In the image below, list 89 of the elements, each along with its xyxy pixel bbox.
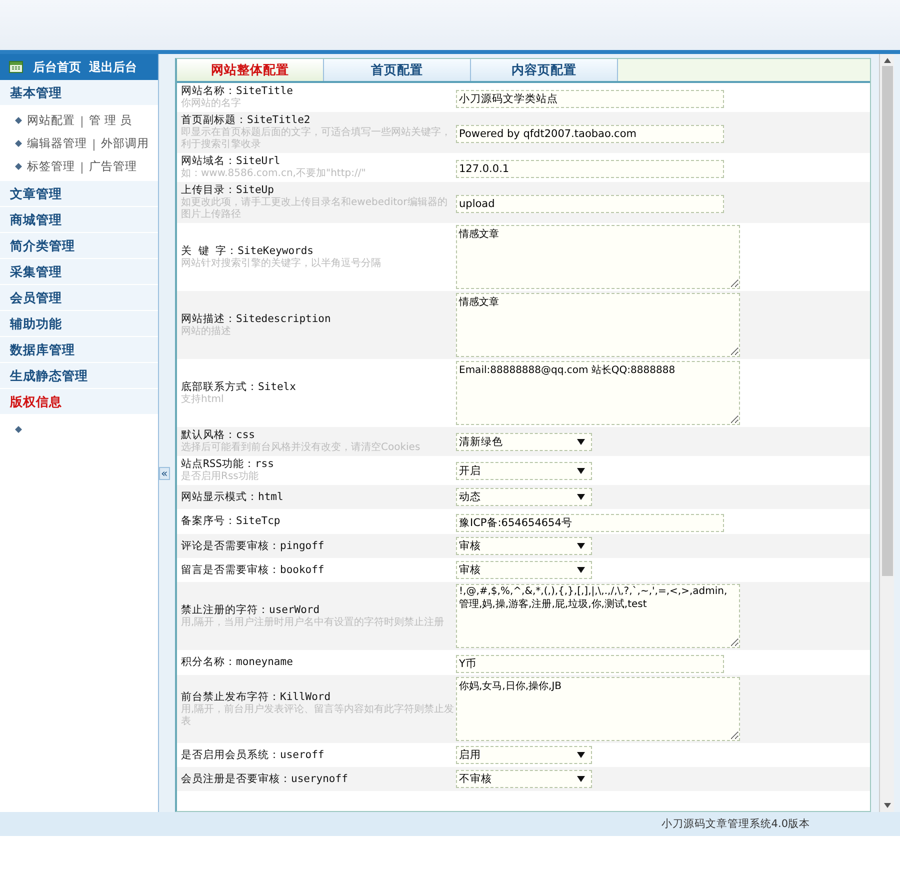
separator-text: |: [80, 114, 84, 128]
caret-icon: [577, 776, 585, 782]
setting-hint: 是否启用Rss功能: [181, 471, 260, 483]
diamond-bullet-icon: [15, 426, 22, 433]
setting-hint: 如更改此项，请手工更改上传目录名和ewebeditor编辑器的图片上传路径: [181, 197, 448, 221]
sidebar-group-title[interactable]: 辅助功能: [0, 311, 158, 337]
setting-label: 首页副标题：SiteTitle2: [181, 114, 312, 126]
text-field[interactable]: 豫ICP备:654654654号: [456, 514, 724, 532]
tab[interactable]: 首页配置: [324, 59, 471, 81]
setting-label: 网站显示模式：html: [181, 490, 284, 504]
separator-text: |: [80, 160, 84, 174]
header-link[interactable]: 后台首页: [33, 58, 81, 76]
separator-text: |: [92, 136, 96, 150]
setting-hint: 选择后可能看到前台风格并没有改变，请清空Cookies: [181, 442, 422, 454]
tab[interactable]: 内容页配置: [471, 59, 618, 81]
submenu-link[interactable]: 编辑器管理: [27, 136, 87, 151]
caret-icon: [577, 494, 585, 500]
setting-label: 评论是否需要审核：pingoff: [181, 540, 326, 552]
sidebar-group-title[interactable]: 采集管理: [0, 259, 158, 285]
text-field[interactable]: upload: [456, 195, 724, 213]
diamond-bullet-icon: [15, 117, 22, 124]
sidebar-group-title[interactable]: 会员管理: [0, 285, 158, 311]
caret-icon: [577, 543, 585, 549]
setting-label: 网站名称：SiteTitle: [181, 85, 294, 98]
setting-hint: 用,隔开，当用户注册时用户名中有设置的字符时则禁止注册: [181, 616, 446, 628]
caret-icon: [577, 752, 585, 758]
submenu-link[interactable]: 标签管理: [27, 159, 75, 174]
submenu-link[interactable]: 外部调用: [100, 136, 149, 151]
sidebar-group-title[interactable]: 版权信息: [0, 389, 158, 415]
setting-label: 网站域名：SiteUrl: [181, 155, 282, 168]
text-field[interactable]: 127.0.0.1: [456, 160, 724, 178]
text-field[interactable]: 小刀源码文学类站点: [456, 90, 724, 108]
submenu-link[interactable]: 网站配置: [27, 113, 75, 128]
setting-label: 前台禁止发布字符：KillWord: [181, 690, 332, 704]
dropdown[interactable]: 审核: [456, 561, 592, 579]
submenu-link[interactable]: 广告管理: [88, 159, 137, 174]
setting-hint: 支持html: [181, 394, 225, 406]
collapse-toggle[interactable]: «: [159, 466, 170, 480]
setting-label: 备案序号：SiteTcp: [181, 515, 282, 528]
setting-hint: 用,隔开，前台用户发表评论、留言等内容如有此字符则禁止发表: [181, 704, 456, 728]
diamond-bullet-icon: [15, 163, 22, 170]
sidebar-group-title[interactable]: 数据库管理: [0, 337, 158, 363]
setting-hint: 即显示在首页标题后面的文字，可适合填写一些网站关键字，利于搜索引擎收录: [181, 127, 452, 151]
setting-label: 禁止注册的字符：userWord: [181, 604, 321, 616]
calendar-icon: [9, 61, 23, 73]
text-area[interactable]: !,@,#,$,%,^,&,*,(,),{,},[,],|,\,.,/,\,?,`,~,',=,<,>,admin,管理,妈,操,游客,注册,屁,垃圾,你,测试,test: [456, 584, 740, 648]
dropdown[interactable]: 不审核: [456, 770, 592, 788]
setting-label: 会员注册是否要审核：userynoff: [181, 772, 349, 786]
scroll-down-icon[interactable]: [884, 803, 890, 808]
dropdown[interactable]: 开启: [456, 462, 592, 480]
submenu-link[interactable]: 管 理 员: [88, 113, 132, 128]
scrollbar-thumb[interactable]: [882, 66, 892, 576]
dropdown[interactable]: 清新绿色: [456, 432, 592, 450]
header-link[interactable]: 退出后台: [89, 58, 137, 76]
setting-hint: 网站针对搜索引擎的关键字，以半角逗号分隔: [181, 258, 382, 270]
dropdown[interactable]: 启用: [456, 746, 592, 764]
sidebar-group-title[interactable]: 商城管理: [0, 207, 158, 233]
text-field[interactable]: Powered by qfdt2007.taobao.com: [456, 125, 724, 143]
caret-icon: [577, 468, 585, 474]
diamond-bullet-icon: [15, 140, 22, 147]
setting-label: 网站描述：Sitedescription: [181, 312, 332, 326]
caret-icon: [577, 438, 585, 444]
setting-label: 是否启用会员系统：useroff: [181, 748, 326, 762]
sidebar-group-title[interactable]: 文章管理: [0, 181, 158, 207]
setting-label: 关 键 字：SiteKeywords: [181, 244, 315, 258]
text-area[interactable]: 情感文章: [456, 293, 740, 357]
footer-text: 小刀源码文章管理系统4.0版本: [661, 817, 810, 831]
text-area[interactable]: Email:88888888@qq.com 站长QQ:8888888: [456, 361, 740, 425]
text-area[interactable]: 你妈,女马,日你,操你,JB: [456, 677, 740, 741]
sidebar-group-title[interactable]: 简介类管理: [0, 233, 158, 259]
setting-label: 底部联系方式：Sitelx: [181, 380, 297, 394]
scrollbar[interactable]: [879, 54, 894, 812]
text-area[interactable]: 情感文章: [456, 225, 740, 289]
setting-hint: 如：www.8586.com.cn,不要加"http://": [181, 168, 367, 180]
caret-icon: [577, 567, 585, 573]
setting-hint: 你网站的名字: [181, 98, 242, 110]
scroll-up-icon[interactable]: [884, 58, 890, 63]
sidebar-group-title[interactable]: 生成静态管理: [0, 363, 158, 389]
dropdown[interactable]: 动态: [456, 488, 592, 506]
setting-label: 积分名称：moneyname: [181, 656, 294, 669]
text-field[interactable]: Y币: [456, 655, 724, 673]
setting-hint: 网站的描述: [181, 326, 232, 338]
dropdown[interactable]: 审核: [456, 537, 592, 555]
setting-label: 默认风格：css: [181, 429, 256, 442]
setting-label: 留言是否需要审核：bookoff: [181, 564, 326, 576]
setting-label: 站点RSS功能：rss: [181, 458, 275, 470]
tab[interactable]: 网站整体配置: [177, 59, 324, 81]
sidebar-group-title[interactable]: 基本管理: [0, 80, 158, 106]
setting-label: 上传目录：SiteUp: [181, 184, 275, 196]
